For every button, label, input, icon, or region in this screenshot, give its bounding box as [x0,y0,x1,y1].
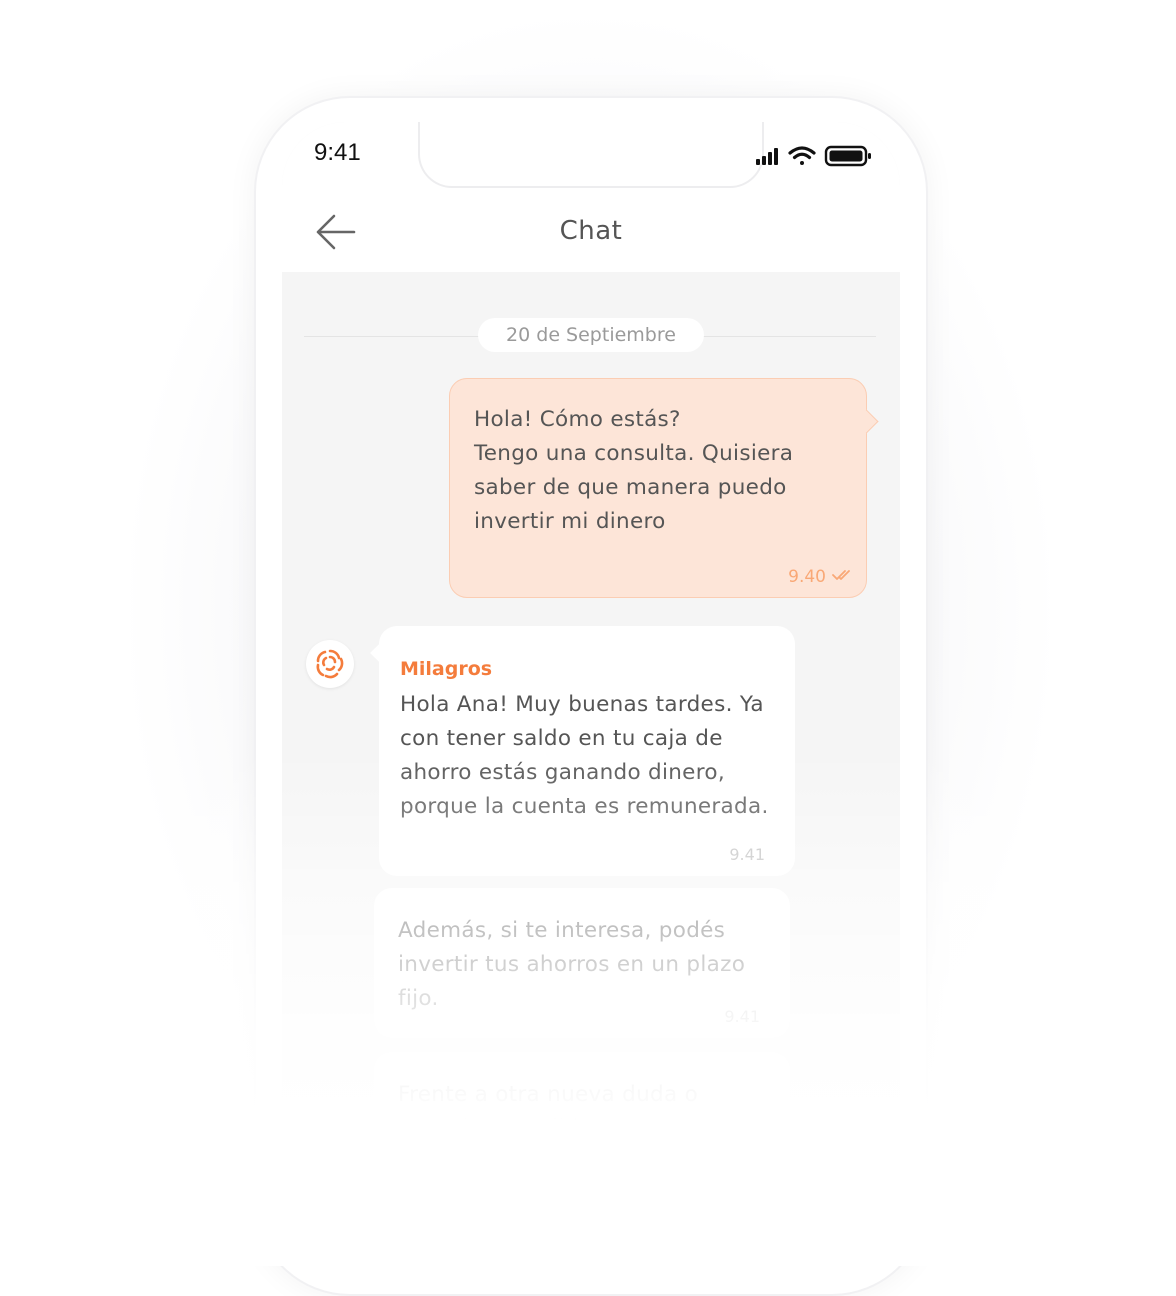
agent-avatar[interactable] [306,640,354,688]
wifi-icon [788,146,816,165]
signal-icon [756,148,778,165]
phone-notch [418,122,764,188]
status-icons [756,144,872,168]
bubble-tail [370,643,390,663]
date-separator: 20 de Septiembre [478,318,704,352]
battery-icon [824,145,871,167]
chat-screen: 9:41 Chat 20 de Septiembre Hola! Cómo es… [282,122,900,1222]
status-time: 9:41 [314,139,361,166]
incoming-message[interactable]: Milagros Hola Ana! Muy buenas tardes. Ya… [370,626,795,876]
message-time: 9.40 [788,567,826,587]
header-bar: 9:41 Chat [282,122,900,272]
bubble-tail [854,409,879,434]
brand-logo-icon [316,649,344,679]
message-time: 9.41 [729,845,765,864]
outgoing-message[interactable]: Hola! Cómo estás? Tengo una consulta. Qu… [449,378,879,598]
double-check-icon [832,570,850,580]
sender-name: Milagros [400,658,493,680]
message-text: Además, si te interesa, podés invertir t… [398,918,746,1011]
message-text: Hola! Cómo estás? Tengo una consulta. Qu… [474,407,794,534]
incoming-message[interactable]: Frente a otra nueva duda o consulta, esc… [374,1052,790,1212]
incoming-message[interactable]: Además, si te interesa, podés invertir t… [374,888,790,1038]
message-time: 9.41 [724,1007,760,1026]
message-text: Frente a otra nueva duda o consulta, esc… [398,1082,699,1141]
message-text: Hola Ana! Muy buenas tardes. Ya con tene… [400,692,769,819]
page-title: Chat [559,216,623,246]
